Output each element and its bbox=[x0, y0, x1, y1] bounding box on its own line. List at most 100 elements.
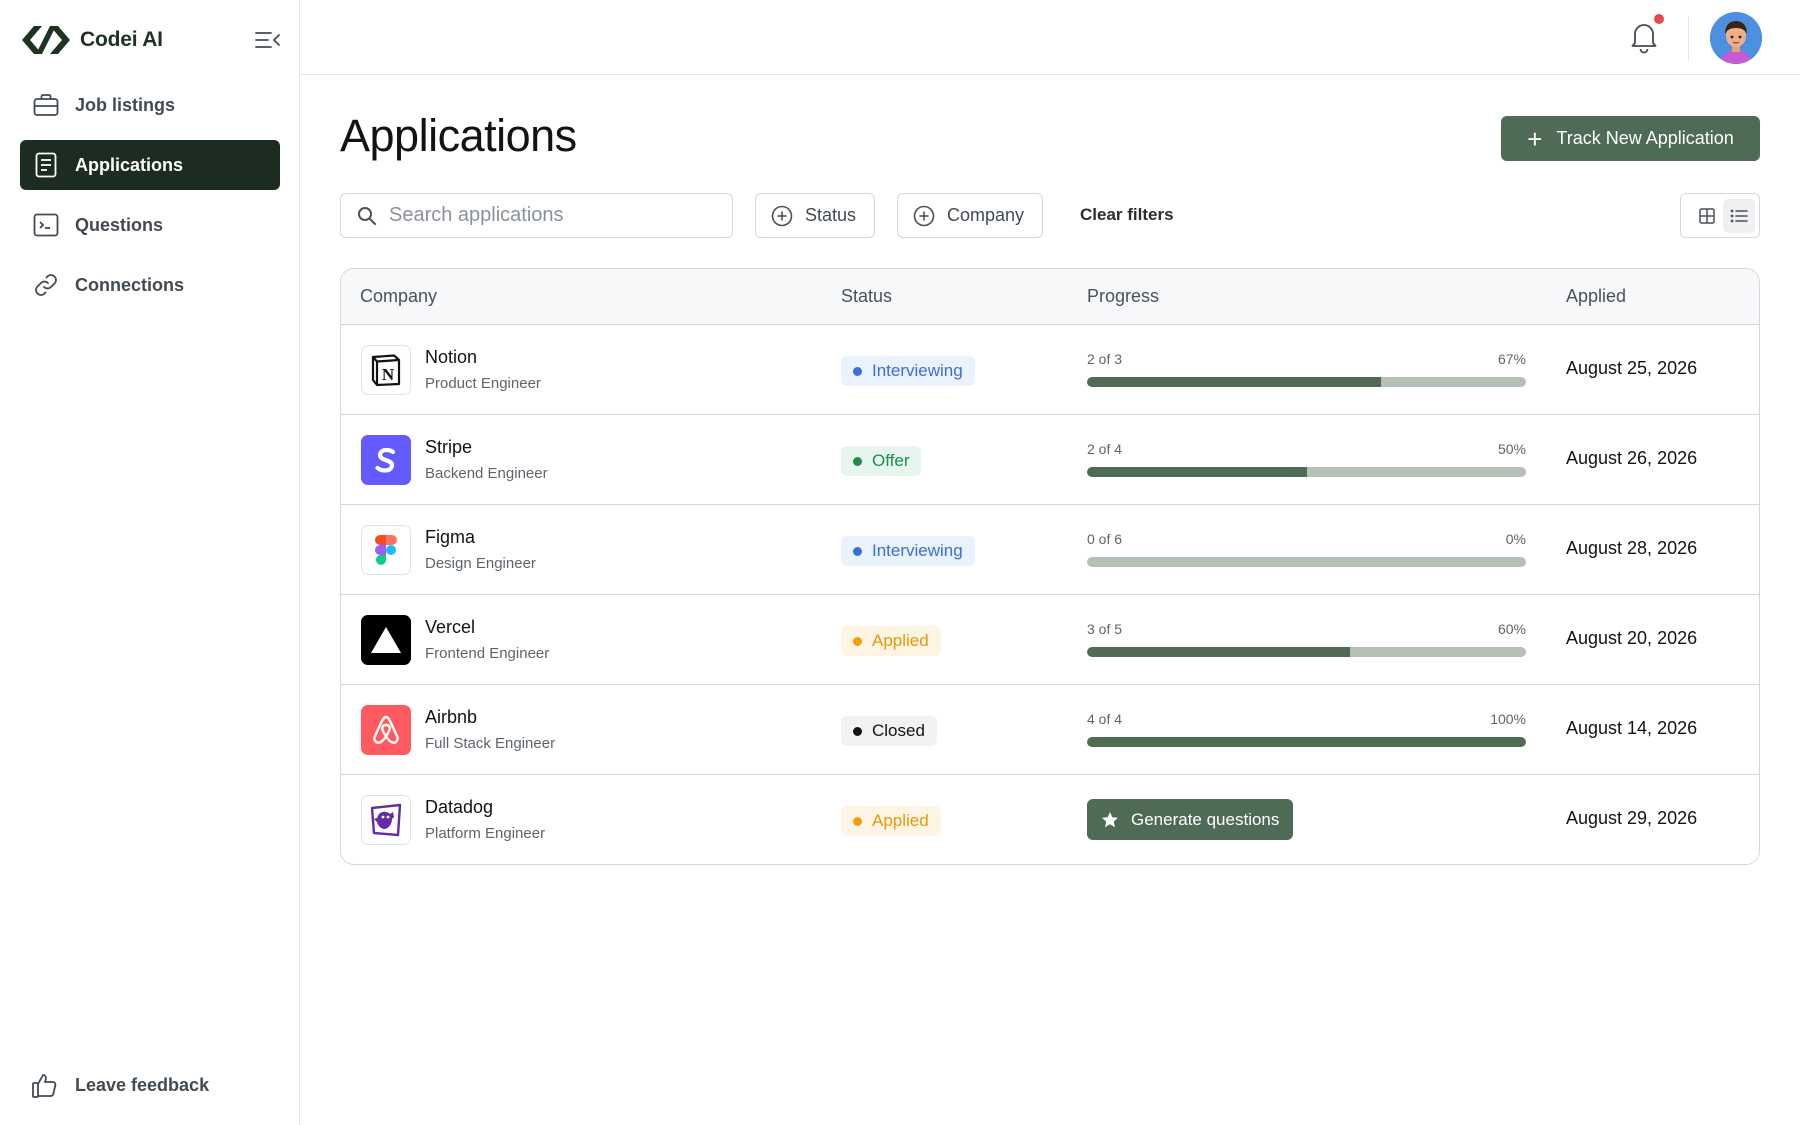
briefcase-icon bbox=[32, 91, 60, 119]
status-badge: Closed bbox=[841, 716, 937, 746]
datadog-logo-icon bbox=[361, 795, 411, 845]
progress-percent: 100% bbox=[1490, 711, 1526, 727]
applied-date: August 14, 2026 bbox=[1566, 718, 1698, 738]
status-badge: Applied bbox=[841, 626, 941, 656]
avatar[interactable] bbox=[1710, 12, 1762, 64]
brand[interactable]: Codei AI bbox=[20, 20, 163, 60]
applied-date: August 26, 2026 bbox=[1566, 448, 1698, 468]
plus-circle-icon bbox=[771, 205, 793, 226]
job-role: Platform Engineer bbox=[425, 825, 546, 842]
status-dot bbox=[853, 636, 862, 646]
company-name: Stripe bbox=[425, 437, 473, 457]
notifications-button[interactable] bbox=[1628, 14, 1664, 54]
column-header-company[interactable]: Company bbox=[360, 286, 437, 307]
clear-filters-button[interactable]: Clear filters bbox=[1080, 205, 1174, 225]
topbar-divider bbox=[1688, 16, 1689, 60]
sidebar-item-label: Connections bbox=[75, 274, 185, 295]
list-view-button[interactable] bbox=[1723, 198, 1755, 233]
progress-percent: 0% bbox=[1505, 531, 1526, 547]
grid-view-button[interactable] bbox=[1691, 199, 1723, 233]
progress-fill bbox=[1087, 377, 1382, 387]
progress-percent: 50% bbox=[1497, 441, 1526, 457]
progress-bar: 2 of 3 67% bbox=[1087, 351, 1526, 387]
vercel-logo-icon bbox=[361, 615, 411, 665]
status-label: Interviewing bbox=[872, 361, 963, 380]
plus-icon: + bbox=[1527, 123, 1543, 154]
progress-track bbox=[1087, 467, 1526, 477]
table-row[interactable]: Stripe Backend Engineer Offer 2 of 4 50% … bbox=[341, 415, 1759, 505]
status-dot bbox=[853, 816, 862, 826]
progress-fill bbox=[1087, 647, 1351, 657]
document-icon bbox=[32, 151, 60, 179]
company-filter-button[interactable]: Company bbox=[897, 193, 1044, 238]
status-filter-label: Status bbox=[805, 205, 857, 225]
notification-dot bbox=[1654, 14, 1664, 24]
table-row[interactable]: Airbnb Full Stack Engineer Closed 4 of 4… bbox=[341, 685, 1759, 775]
sidebar-item-applications[interactable]: Applications bbox=[20, 140, 280, 190]
progress-percent: 67% bbox=[1497, 351, 1526, 367]
status-badge: Offer bbox=[841, 446, 922, 476]
sidebar-item-job-listings[interactable]: Job listings bbox=[20, 80, 280, 130]
status-dot bbox=[853, 456, 862, 466]
status-badge: Interviewing bbox=[841, 356, 975, 386]
progress-bar: 2 of 4 50% bbox=[1087, 441, 1526, 477]
track-new-application-button[interactable]: + Track New Application bbox=[1501, 116, 1760, 161]
progress-track bbox=[1087, 737, 1526, 747]
table-row[interactable]: Figma Design Engineer Interviewing 0 of … bbox=[341, 505, 1759, 595]
company-name: Figma bbox=[425, 527, 476, 547]
list-icon bbox=[1730, 209, 1748, 222]
applications-table: Company Status Progress Applied N Notion… bbox=[340, 268, 1760, 865]
company-name: Notion bbox=[425, 347, 478, 367]
star-icon bbox=[1102, 811, 1118, 827]
sidebar-item-connections[interactable]: Connections bbox=[20, 260, 280, 310]
status-label: Interviewing bbox=[872, 541, 963, 560]
page-title: Applications bbox=[340, 110, 577, 161]
collapse-icon bbox=[255, 32, 280, 48]
progress-fill bbox=[1087, 467, 1307, 477]
table-row[interactable]: Vercel Frontend Engineer Applied 3 of 5 6… bbox=[341, 595, 1759, 685]
status-label: Closed bbox=[872, 721, 925, 740]
company-filter-label: Company bbox=[947, 205, 1025, 225]
brand-name: Codei AI bbox=[80, 28, 163, 51]
leave-feedback-button[interactable]: Leave feedback bbox=[20, 1060, 280, 1110]
applied-date: August 25, 2026 bbox=[1566, 358, 1698, 378]
progress-count: 2 of 3 bbox=[1087, 351, 1123, 367]
status-badge: Interviewing bbox=[841, 536, 975, 566]
column-header-progress[interactable]: Progress bbox=[1087, 286, 1159, 307]
airbnb-logo-icon bbox=[361, 705, 411, 755]
topbar bbox=[300, 0, 1800, 75]
column-header-status[interactable]: Status bbox=[841, 286, 892, 307]
terminal-icon bbox=[32, 211, 60, 239]
stripe-logo-icon bbox=[361, 435, 411, 485]
search-input[interactable] bbox=[389, 204, 709, 227]
status-filter-button[interactable]: Status bbox=[755, 193, 876, 238]
generate-questions-button[interactable]: Generate questions bbox=[1087, 799, 1294, 840]
collapse-sidebar-button[interactable] bbox=[254, 28, 282, 52]
progress-count: 2 of 4 bbox=[1087, 441, 1123, 457]
column-header-applied[interactable]: Applied bbox=[1566, 286, 1626, 307]
status-dot bbox=[853, 726, 862, 736]
notion-logo-icon: N bbox=[361, 345, 411, 395]
progress-count: 0 of 6 bbox=[1087, 531, 1123, 547]
sidebar-item-questions[interactable]: Questions bbox=[20, 200, 280, 250]
generate-questions-label: Generate questions bbox=[1131, 809, 1280, 829]
view-toggle bbox=[1680, 193, 1760, 238]
thumbs-up-icon bbox=[30, 1070, 60, 1100]
leave-feedback-label: Leave feedback bbox=[75, 1074, 210, 1095]
sidebar-item-label: Job listings bbox=[75, 94, 176, 115]
search-icon bbox=[358, 206, 376, 225]
table-header: Company Status Progress Applied bbox=[341, 269, 1759, 325]
progress-bar: 3 of 5 60% bbox=[1087, 621, 1526, 657]
track-new-application-label: Track New Application bbox=[1556, 128, 1734, 148]
table-row[interactable]: N Notion Product Engineer Interviewing 2… bbox=[341, 325, 1759, 415]
figma-logo-icon bbox=[361, 525, 411, 575]
job-role: Backend Engineer bbox=[425, 465, 548, 482]
progress-track bbox=[1087, 377, 1526, 387]
job-role: Product Engineer bbox=[425, 375, 541, 392]
table-row[interactable]: Datadog Platform Engineer Applied Genera… bbox=[341, 775, 1759, 864]
user-avatar-icon bbox=[1710, 12, 1762, 64]
status-dot bbox=[853, 366, 862, 376]
grid-icon bbox=[1699, 207, 1715, 224]
search-box bbox=[340, 193, 733, 238]
applied-date: August 28, 2026 bbox=[1566, 538, 1698, 558]
